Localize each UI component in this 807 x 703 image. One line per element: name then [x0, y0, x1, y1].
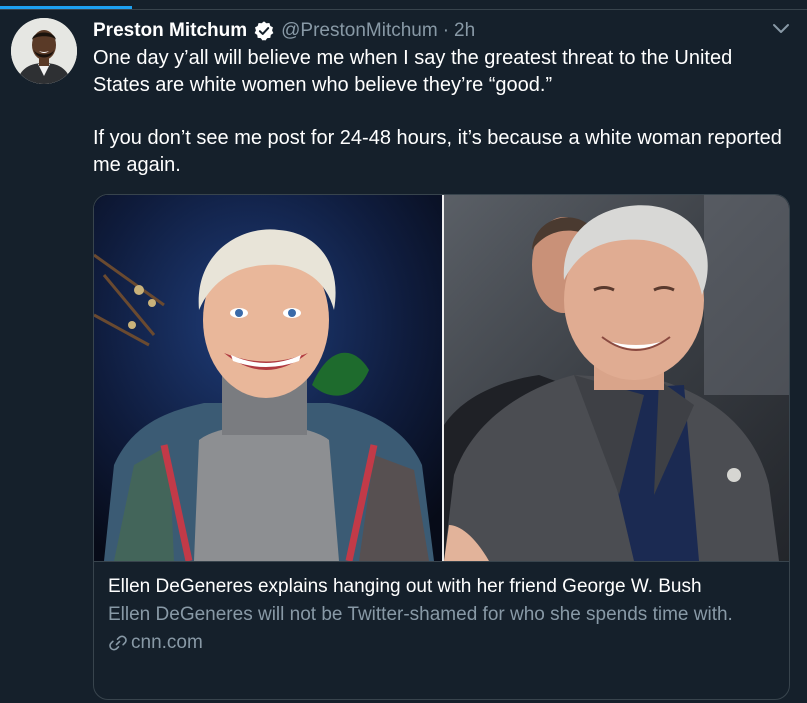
user-handle[interactable]: @PrestonMitchum [281, 20, 438, 42]
photo-ellen [94, 195, 442, 561]
card-link[interactable]: cnn.com [108, 632, 777, 654]
photo-bush [444, 195, 789, 561]
card-domain: cnn.com [131, 632, 203, 653]
avatar-image [11, 18, 77, 84]
tweet-header: Preston Mitchum @PrestonMitchum · 2h [93, 16, 475, 46]
card-title[interactable]: Ellen DeGeneres explains hanging out wit… [108, 575, 777, 599]
tweet-paragraph: One day y’all will believe me when I say… [93, 47, 733, 96]
display-name[interactable]: Preston Mitchum [93, 20, 247, 42]
header-separator: · [442, 20, 450, 41]
card-image[interactable] [94, 195, 789, 561]
avatar[interactable] [11, 18, 77, 84]
card-body[interactable]: Ellen DeGeneres explains hanging out wit… [94, 561, 789, 699]
verified-badge-icon [254, 21, 274, 41]
tweet-timestamp[interactable]: 2h [454, 20, 475, 42]
card-description: Ellen DeGeneres will not be Twitter-sham… [108, 604, 733, 625]
link-icon [109, 635, 127, 651]
tweet-paragraph: If you don’t see me post for 24-48 hours… [93, 127, 782, 176]
tweet-text: One day y’all will believe me when I say… [93, 45, 783, 179]
loading-progress-bar [0, 6, 132, 9]
link-card[interactable]: Ellen DeGeneres explains hanging out wit… [93, 194, 790, 700]
chevron-down-icon[interactable] [772, 22, 790, 36]
